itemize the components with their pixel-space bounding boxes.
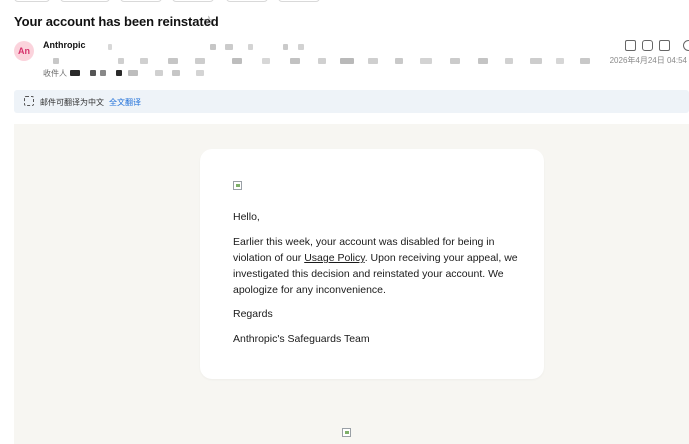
translate-prompt: 邮件可翻译为中文 — [40, 98, 104, 107]
toolbar-tab[interactable] — [226, 0, 268, 2]
sender-name[interactable]: Anthropic — [43, 40, 86, 50]
translate-full-link[interactable]: 全文翻译 — [109, 97, 141, 108]
star-icon[interactable]: ☆ — [203, 13, 215, 29]
toolbar-tab[interactable] — [172, 0, 214, 2]
email-date: 2026年4月24日 04:54 — [609, 56, 687, 65]
print-icon[interactable] — [642, 40, 653, 51]
regards: Regards — [233, 308, 273, 320]
signature: Anthropic's Safeguards Team — [233, 333, 370, 345]
email-subject: Your account has been reinstated — [14, 14, 219, 29]
note-icon[interactable] — [659, 40, 670, 51]
avatar[interactable]: An — [14, 41, 34, 61]
toolbar-tab[interactable] — [60, 0, 110, 2]
mark-icon[interactable] — [625, 40, 636, 51]
translate-bar: 邮件可翻译为中文 全文翻译 — [14, 90, 689, 113]
footer-image — [342, 428, 351, 437]
translate-icon — [24, 96, 34, 106]
message-card: Hello, Earlier this week, your account w… — [200, 149, 544, 379]
toolbar-tab[interactable] — [120, 0, 162, 2]
message-paragraph: Earlier this week, your account was disa… — [233, 234, 523, 298]
recipient-label: 收件人 — [43, 69, 67, 78]
top-toolbar-remnant — [0, 0, 689, 5]
toolbar-tab[interactable] — [14, 0, 50, 2]
greeting: Hello, — [233, 211, 260, 223]
logo-image — [233, 181, 242, 190]
usage-policy-link[interactable]: Usage Policy — [304, 252, 365, 264]
more-icon[interactable] — [683, 40, 689, 51]
toolbar-tab[interactable] — [278, 0, 320, 2]
